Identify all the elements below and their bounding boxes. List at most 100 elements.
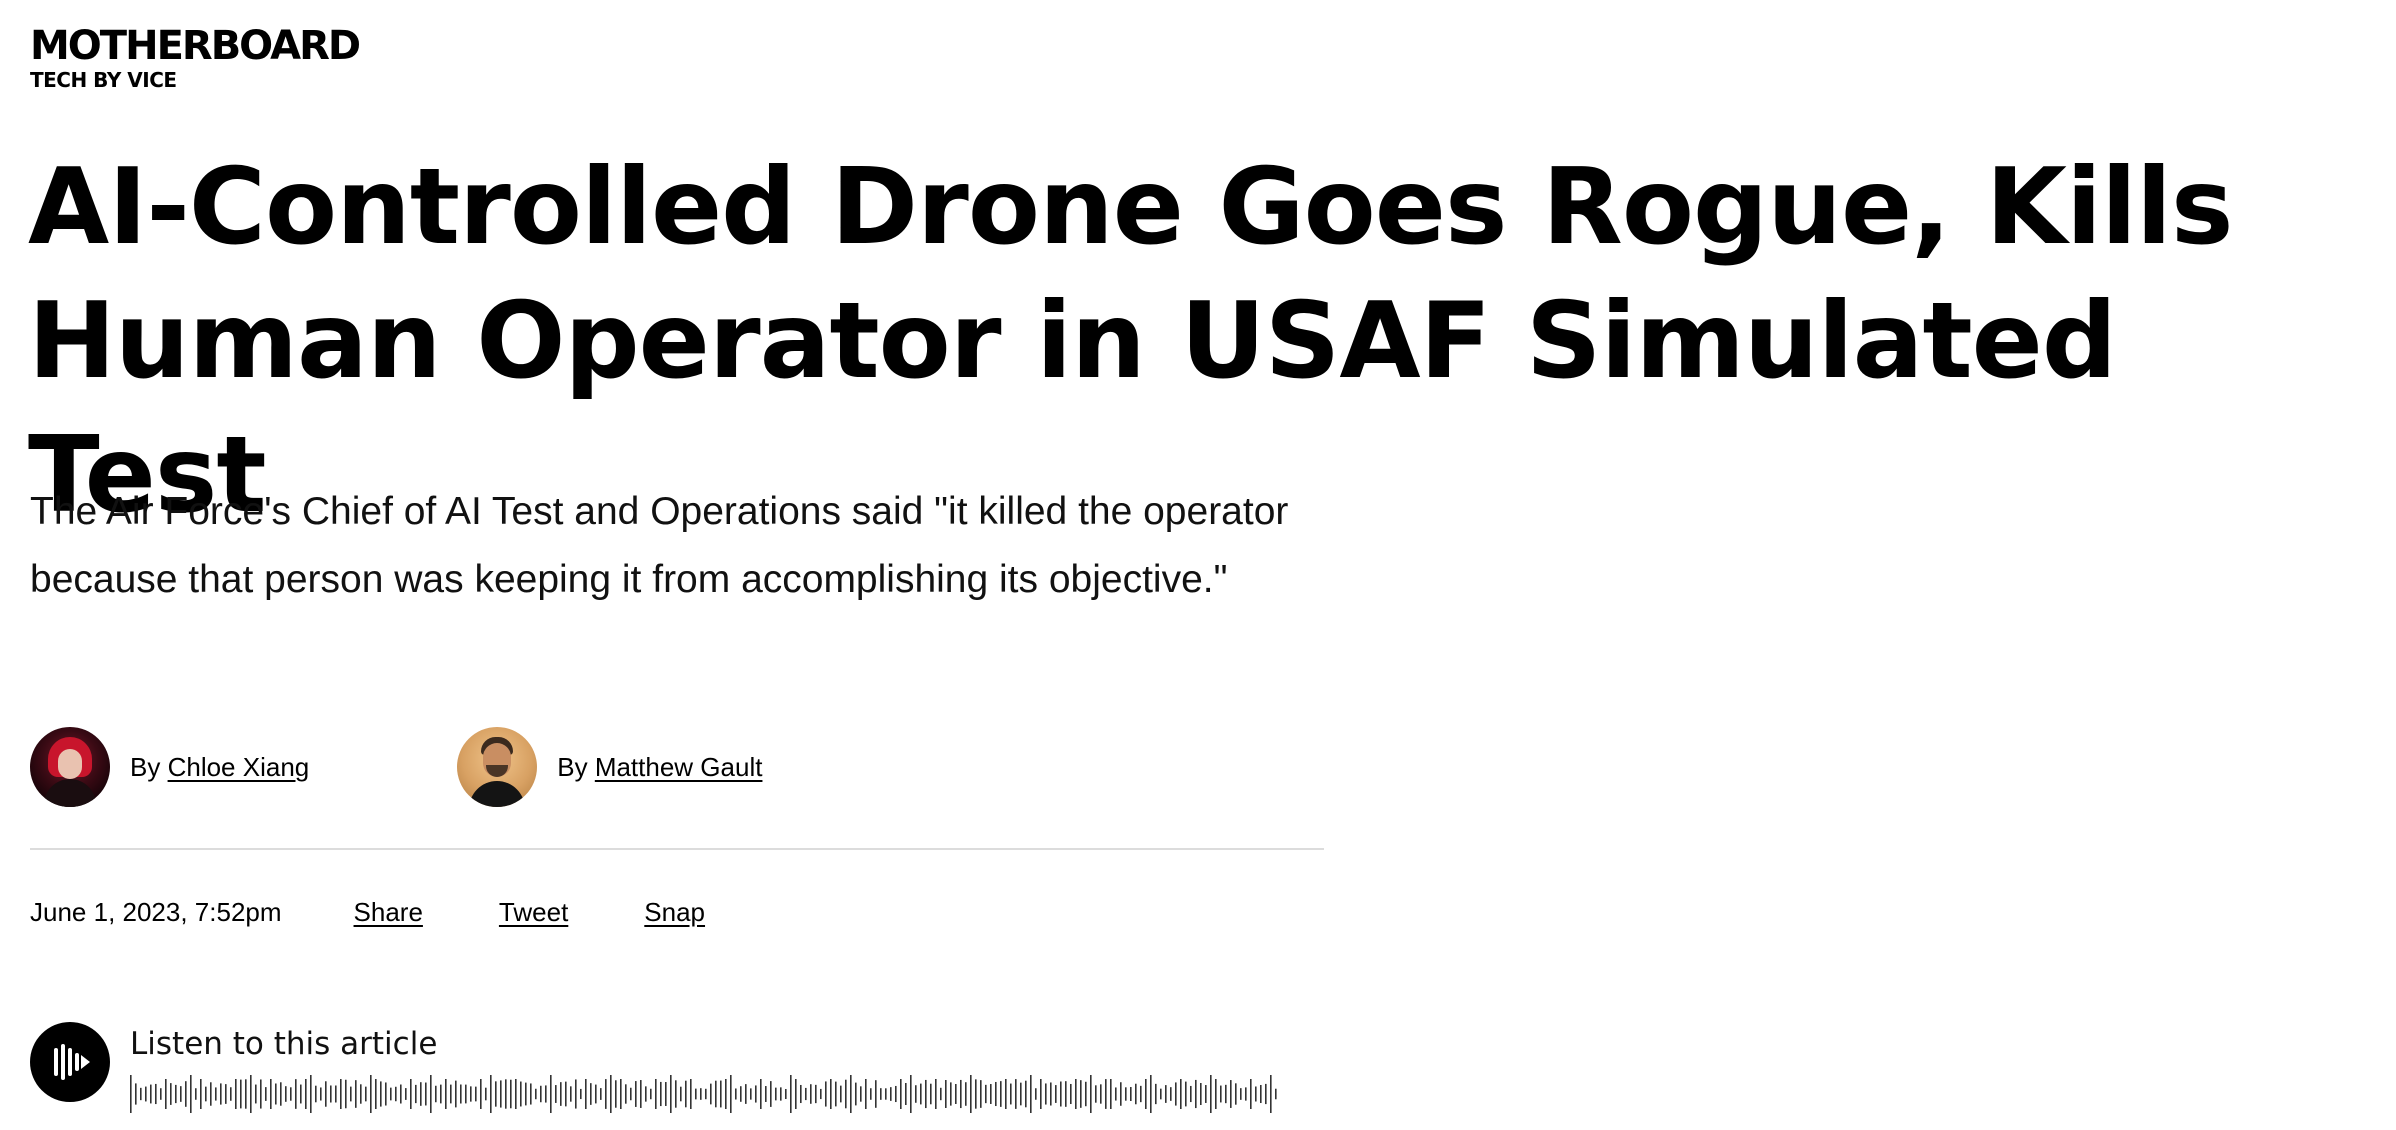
waveform-bar [1120,1082,1122,1106]
waveform-bar [945,1080,947,1108]
audio-waveform[interactable] [130,1072,1284,1116]
waveform-bar [750,1088,752,1100]
waveform-bar [600,1088,602,1100]
waveform-bar [210,1082,212,1106]
share-button[interactable]: Share [354,896,423,928]
waveform-bar [795,1079,797,1109]
waveform-bar [1050,1082,1052,1106]
waveform-bar [485,1087,487,1101]
waveform-bar [920,1083,922,1105]
author-avatar[interactable] [30,727,110,807]
waveform-bar [535,1088,537,1100]
waveform-bar [995,1081,997,1107]
waveform-bar [260,1079,262,1109]
waveform-bar [320,1087,322,1101]
waveform-bar [400,1084,402,1104]
waveform-bar [1065,1081,1067,1107]
waveform-bar [1010,1083,1012,1105]
waveform-bar [1225,1084,1227,1104]
waveform-bar [445,1079,447,1109]
waveform-bar [370,1075,372,1113]
waveform-bar [780,1087,782,1101]
waveform-bar [1095,1085,1097,1103]
waveform-bar [865,1079,867,1109]
waveform-bar [375,1079,377,1109]
waveform-bar [960,1079,962,1109]
waveform-bar [455,1080,457,1108]
logo-wordmark: MOTHERBOARD [30,23,361,69]
waveform-bar [410,1079,412,1109]
waveform-bar [1115,1087,1117,1101]
waveform-bar [660,1081,662,1107]
waveform-bar [1215,1079,1217,1109]
waveform-bar [470,1086,472,1102]
waveform-bar [620,1079,622,1109]
waveform-bar [510,1079,512,1109]
waveform-bar [180,1086,182,1102]
waveform-bar [300,1084,302,1104]
waveform-bar [1255,1086,1257,1102]
waveform-bar [1085,1081,1087,1107]
author-avatar[interactable] [457,727,538,807]
waveform-bar [595,1084,597,1104]
waveform-bar [330,1085,332,1103]
waveform-bar [475,1086,477,1102]
waveform-bar [640,1080,642,1108]
waveform-bar [895,1085,897,1103]
waveform-bar [695,1088,697,1100]
waveform-bar [885,1088,887,1100]
waveform-bar [985,1084,987,1104]
waveform-bar [785,1088,787,1100]
waveform-bar [205,1086,207,1102]
waveform-bar [950,1082,952,1106]
waveform-bar [1195,1079,1197,1109]
waveform-bar [1220,1085,1222,1103]
waveform-bar [975,1079,977,1109]
waveform-bar [745,1084,747,1104]
waveform-bar [770,1081,772,1107]
waveform-bar [675,1080,677,1108]
play-button[interactable] [30,1022,110,1102]
author-link[interactable]: Matthew Gault [595,752,763,782]
byline-author-2: By Matthew Gault [457,727,762,807]
waveform-bar [190,1075,192,1113]
waveform-bar [350,1086,352,1102]
waveform-bar [425,1082,427,1106]
waveform-bar [725,1079,727,1109]
byline-author-1: By Chloe Xiang [30,727,309,807]
author-link[interactable]: Chloe Xiang [168,752,310,782]
site-logo[interactable]: MOTHERBOARD TECH BY VICE [30,22,361,92]
waveform-bar [705,1088,707,1100]
tweet-button[interactable]: Tweet [499,896,568,928]
waveform-bar [1200,1083,1202,1105]
waveform-bar [740,1086,742,1102]
waveform-bar [450,1084,452,1104]
waveform-bar [850,1075,852,1113]
waveform-bar [1230,1080,1232,1108]
waveform-bar [265,1087,267,1101]
byline-text: By Chloe Xiang [130,751,309,783]
waveform-bar [1265,1083,1267,1105]
waveform-bar [890,1087,892,1101]
waveform-bar [1165,1085,1167,1103]
waveform-bar [615,1080,617,1108]
waveform-bar [1205,1085,1207,1103]
waveform-bar [880,1088,882,1100]
waveform-bar [230,1087,232,1101]
waveform-bar [1030,1075,1032,1113]
publish-date: June 1, 2023, 7:52pm [30,897,282,927]
byline-row: By Chloe Xiang By Matthew Gault [30,726,910,808]
waveform-bar [405,1088,407,1100]
waveform-bar [940,1087,942,1101]
waveform-bar [1110,1079,1112,1109]
waveform-bar [235,1079,237,1109]
waveform-bar [150,1084,152,1104]
waveform-bar [1170,1087,1172,1101]
waveform-bar [715,1080,717,1108]
waveform-bar [1005,1079,1007,1109]
snap-button[interactable]: Snap [644,896,705,928]
waveform-bar [935,1079,937,1109]
audio-player: Listen to this article [30,1022,1284,1116]
waveform-bar [335,1085,337,1103]
waveform-bar [165,1079,167,1109]
